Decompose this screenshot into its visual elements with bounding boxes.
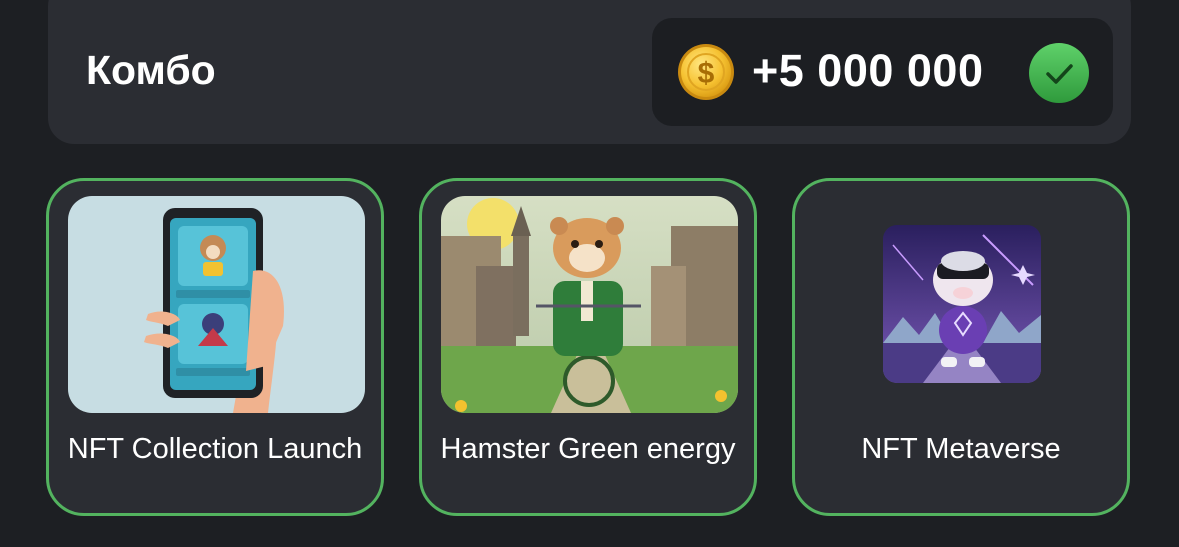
- combo-reward-amount: +5 000 000: [752, 45, 984, 96]
- checkmark-icon: [1029, 43, 1089, 103]
- combo-title: Комбо: [86, 47, 216, 93]
- hamster-bicycle-image: [441, 196, 738, 413]
- combo-card-nft-metaverse[interactable]: NFT Metaverse: [792, 178, 1130, 516]
- card-label: Hamster Green energy: [440, 433, 736, 465]
- svg-text:$: $: [698, 57, 715, 90]
- coin-dollar-icon: $: [678, 44, 734, 100]
- card-label: NFT Metaverse: [861, 433, 1061, 465]
- combo-card-hamster-green-energy[interactable]: Hamster Green energy: [419, 178, 757, 516]
- card-label: NFT Collection Launch: [67, 433, 363, 465]
- phone-nft-collection-image: [68, 196, 365, 413]
- combo-card-nft-collection[interactable]: NFT Collection Launch: [46, 178, 384, 516]
- hamster-vr-metaverse-image: [883, 225, 1041, 383]
